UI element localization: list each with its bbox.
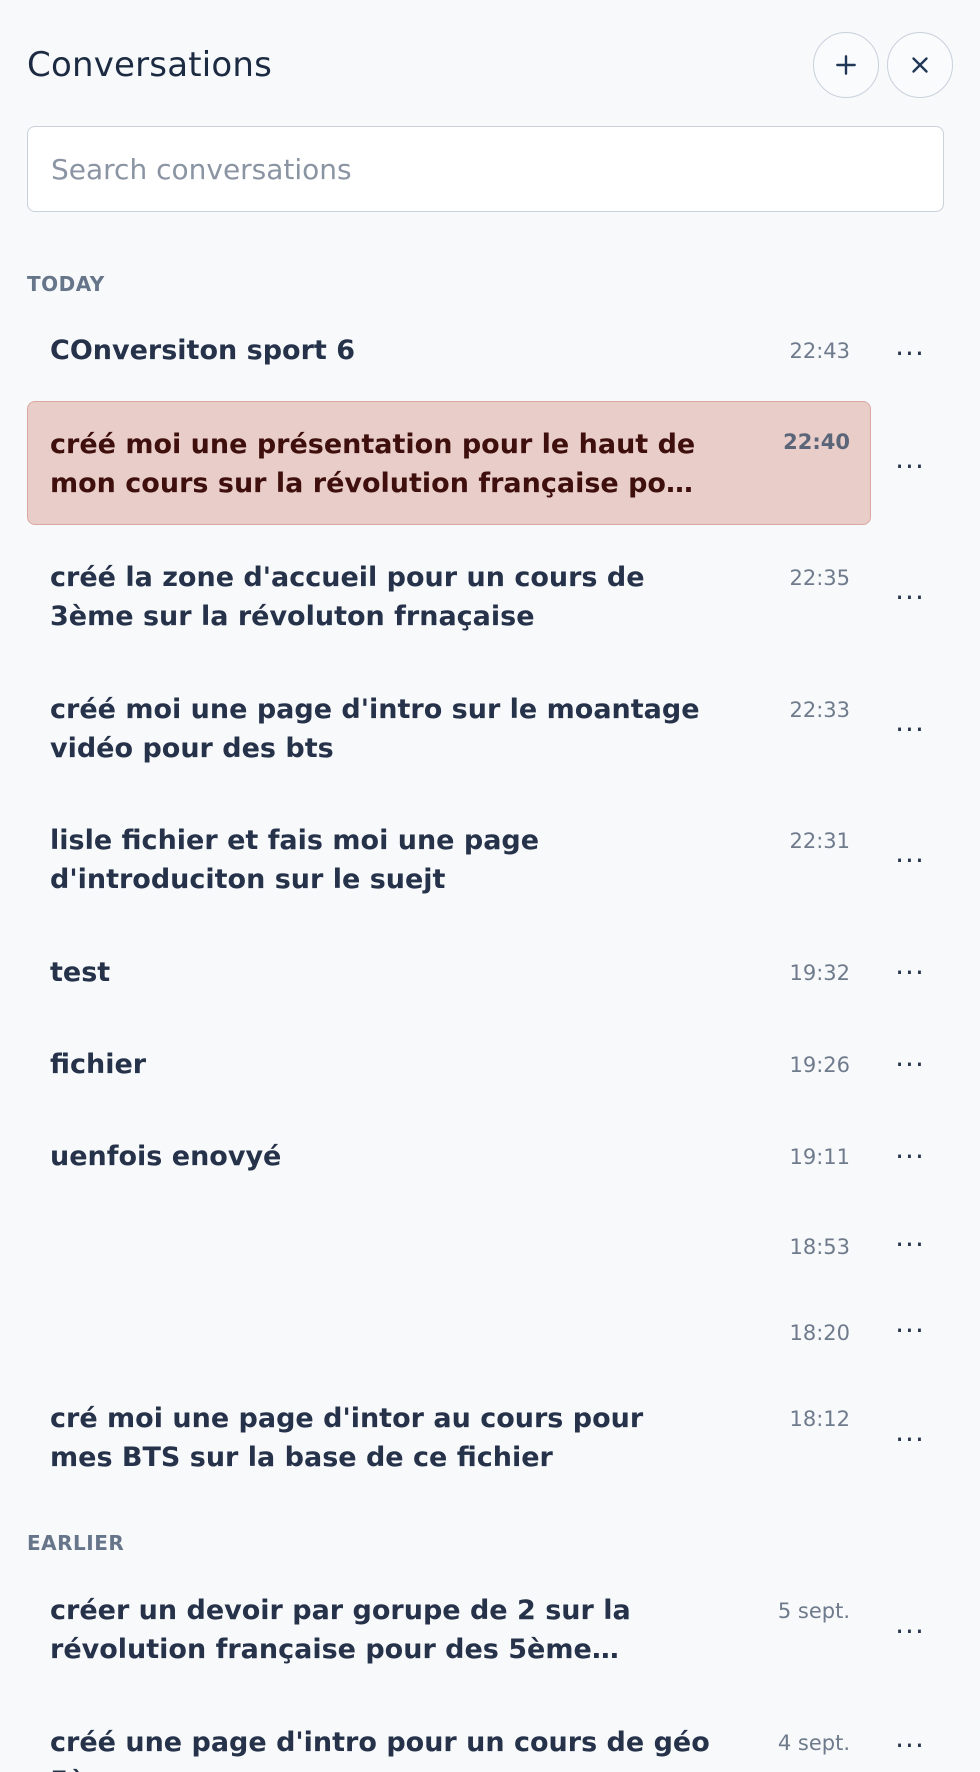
conversation-title: COnversiton sport 6 [50,335,355,366]
conversation-time: 18:53 [789,1235,850,1259]
conversation-time: 5 sept. [777,1599,850,1623]
close-icon [912,57,928,73]
conversation-more-button[interactable]: ··· [882,1419,938,1459]
conversation-time: 22:43 [789,339,850,363]
conversation-item[interactable]: créé la zone d'accueil pour un cours de … [27,557,871,637]
conversation-time: 22:31 [789,829,850,853]
conversation-item-active[interactable]: créé moi une présentation pour le haut d… [27,401,871,525]
search-box [27,126,944,212]
conversation-item[interactable]: lisle fichier et fais moi une page d'int… [27,820,871,900]
conversation-title: créé la zone d'accueil pour un cours de … [50,562,645,632]
conversation-title: test [50,957,111,988]
conversation-title: créer un devoir par gorupe de 2 sur la r… [50,1595,631,1665]
conversation-time: 4 sept. [777,1731,850,1755]
conversation-item[interactable]: uenfois enovyé 19:11 [27,1136,871,1182]
close-panel-button[interactable] [887,32,953,98]
conversation-title: fichier [50,1049,147,1080]
conversation-time: 19:26 [789,1053,850,1077]
conversation-title: créé moi une page d'intro sur le moantag… [50,694,700,764]
conversation-item[interactable]: fichier 19:26 [27,1044,871,1090]
section-label-today: TODAY [27,272,105,296]
conversations-panel: Conversations TODAY COnversiton sport 6 … [0,0,980,1772]
conversation-time: 18:20 [789,1321,850,1345]
conversation-time: 19:32 [789,961,850,985]
conversation-title: créé une page d'intro pour un cours de g… [50,1727,710,1772]
search-input[interactable] [51,152,920,186]
conversation-title: uenfois enovyé [50,1141,282,1172]
conversation-time: 22:33 [789,698,850,722]
conversation-more-button[interactable]: ··· [882,1136,938,1176]
conversation-item[interactable]: créé une page d'intro pour un cours de g… [27,1722,871,1772]
conversation-title: lisle fichier et fais moi une page d'int… [50,825,540,895]
conversation-item[interactable]: créé moi une page d'intro sur le moantag… [27,689,871,769]
conversation-time: 19:11 [789,1145,850,1169]
conversation-time: 22:40 [783,430,850,454]
panel-header: Conversations [27,30,953,100]
plus-icon [836,55,856,75]
conversation-more-button[interactable]: ··· [882,709,938,749]
conversation-more-button[interactable]: ··· [882,1725,938,1765]
section-label-earlier: EARLIER [27,1531,125,1555]
conversation-item[interactable]: test 19:32 [27,952,871,998]
conversation-more-button[interactable]: ··· [882,333,938,373]
conversation-title: créé moi une présentation pour le haut d… [50,429,699,499]
conversation-item[interactable]: créer un devoir par gorupe de 2 sur la r… [27,1590,871,1670]
conversation-item-untitled[interactable]: 18:20 [27,1312,871,1356]
conversation-item-untitled[interactable]: 18:53 [27,1226,871,1270]
conversation-item[interactable]: cré moi une page d'intor au cours pour m… [27,1398,871,1478]
conversation-more-button[interactable]: ··· [882,1224,938,1264]
conversation-more-button[interactable]: ··· [882,840,938,880]
conversation-time: 22:35 [789,566,850,590]
conversation-more-button[interactable]: ··· [882,1611,938,1651]
conversation-time: 18:12 [789,1407,850,1431]
conversation-more-button[interactable]: ··· [882,446,938,486]
conversation-more-button[interactable]: ··· [882,1310,938,1350]
conversation-item[interactable]: COnversiton sport 6 22:43 [27,330,871,376]
header-actions [813,32,953,98]
conversation-title: cré moi une page d'intor au cours pour m… [50,1403,644,1473]
conversation-more-button[interactable]: ··· [882,952,938,992]
page-title: Conversations [27,45,273,85]
conversation-more-button[interactable]: ··· [882,1044,938,1084]
new-conversation-button[interactable] [813,32,879,98]
conversation-more-button[interactable]: ··· [882,577,938,617]
